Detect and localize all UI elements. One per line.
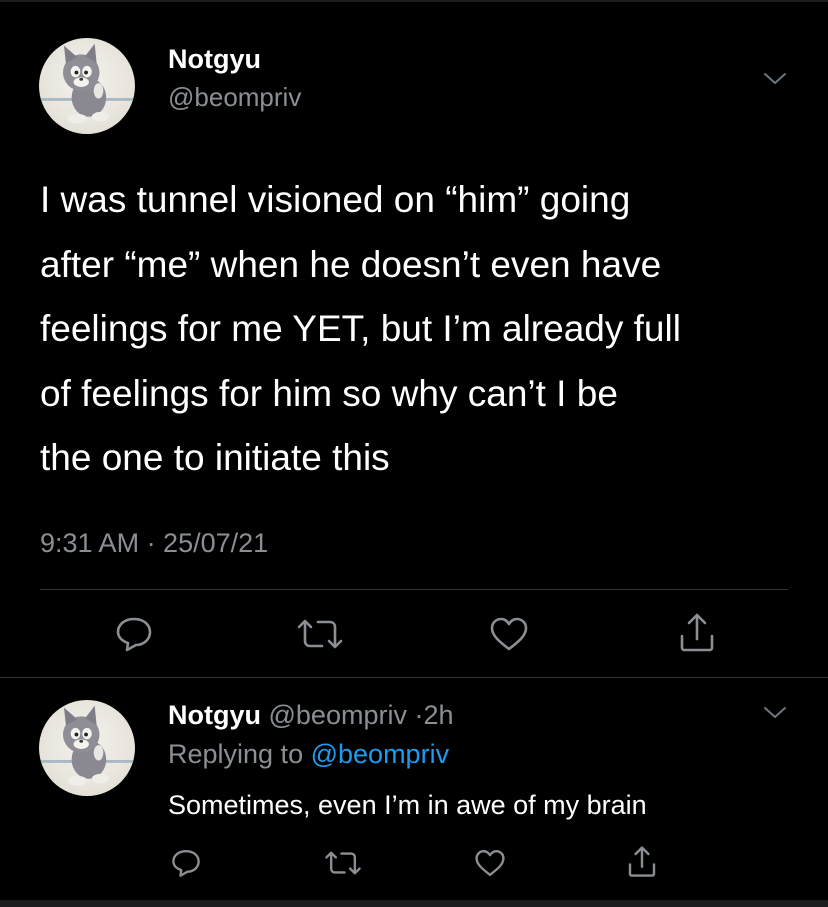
cartoon-cat-avatar-icon	[39, 705, 135, 786]
reply-header: Notgyu @beompriv ·2h	[168, 700, 454, 731]
share-icon[interactable]	[677, 612, 717, 654]
reply-time[interactable]: 2h	[423, 700, 453, 730]
reply-icon[interactable]	[170, 848, 202, 878]
like-icon[interactable]	[473, 848, 507, 878]
reply-author-handle[interactable]: @beompriv	[269, 700, 407, 730]
top-border	[0, 0, 828, 2]
retweet-icon[interactable]	[323, 848, 363, 878]
tweet-text: I was tunnel visioned on “him” going aft…	[40, 168, 800, 491]
tweet-text-line: the one to initiate this	[40, 437, 390, 478]
divider	[40, 589, 788, 590]
reply-author-name[interactable]: Notgyu	[168, 700, 261, 730]
reply-text: Sometimes, even I’m in awe of my brain	[168, 790, 647, 820]
retweet-icon[interactable]	[295, 615, 345, 653]
tweet-text-line: feelings for me YET, but I’m already ful…	[40, 308, 681, 349]
replying-to: Replying to @beompriv	[168, 739, 449, 770]
chevron-down-icon[interactable]	[762, 704, 788, 722]
tweet-text-line: I was tunnel visioned on “him” going	[40, 179, 631, 220]
replying-to-label: Replying to	[168, 739, 304, 769]
reply-author-avatar[interactable]	[39, 700, 135, 796]
bottom-border	[0, 900, 828, 907]
author-name[interactable]: Notgyu	[168, 44, 261, 75]
author-handle[interactable]: @beompriv	[168, 82, 301, 113]
author-avatar[interactable]	[39, 38, 135, 134]
tweet-timestamp[interactable]: 9:31 AM · 25/07/21	[40, 528, 268, 559]
divider	[0, 677, 828, 678]
tweet-text-line: of feelings for him so why can’t I be	[40, 372, 618, 414]
like-icon[interactable]	[488, 615, 530, 653]
cartoon-cat-avatar-icon	[39, 43, 135, 124]
replying-to-handle[interactable]: @beompriv	[311, 739, 449, 769]
reply-icon[interactable]	[114, 615, 154, 653]
share-icon[interactable]	[626, 845, 658, 879]
chevron-down-icon[interactable]	[762, 70, 788, 88]
tweet-text-line: after “me” when he doesn’t even have	[40, 243, 662, 285]
